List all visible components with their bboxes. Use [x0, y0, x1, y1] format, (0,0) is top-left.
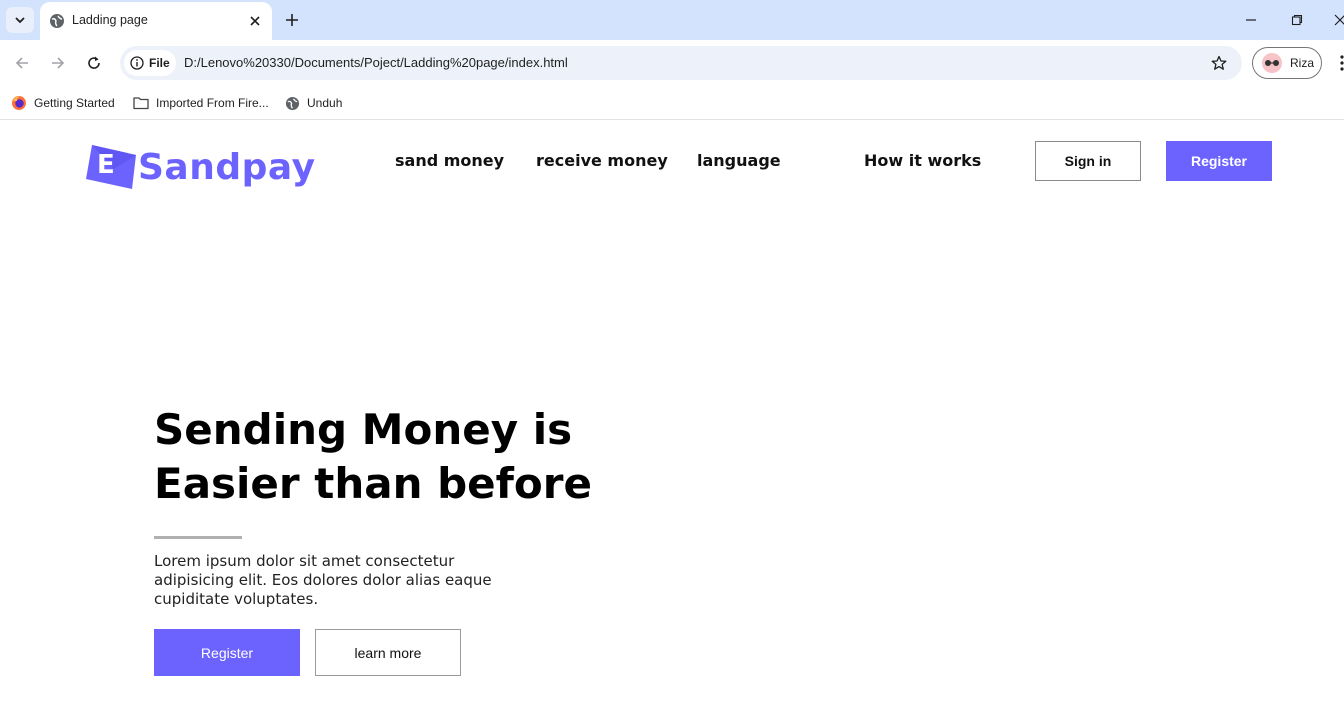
browser-toolbar: File D:/Lenovo%20330/Documents/Poject/La… — [0, 40, 1344, 86]
sign-in-button[interactable]: Sign in — [1035, 141, 1141, 181]
learn-more-button[interactable]: learn more — [315, 629, 461, 676]
tab-strip: Ladding page — [0, 0, 1344, 40]
minimize-button[interactable] — [1241, 10, 1261, 30]
restore-icon — [1291, 14, 1303, 26]
nav-sand-money[interactable]: sand money — [395, 151, 504, 170]
hero-register-button[interactable]: Register — [154, 629, 300, 676]
minimize-icon — [1246, 19, 1256, 21]
url-text[interactable]: D:/Lenovo%20330/Documents/Poject/Ladding… — [184, 55, 568, 70]
register-button[interactable]: Register — [1166, 141, 1272, 181]
back-button[interactable] — [10, 51, 34, 75]
bookmarks-bar: Getting Started Imported From Fire... Un… — [0, 86, 1344, 120]
globe-icon — [50, 14, 64, 28]
menu-dots-icon[interactable] — [1334, 54, 1344, 72]
site-chip-label: File — [149, 56, 170, 70]
bookmark-label: Getting Started — [34, 96, 115, 110]
tab-title: Ladding page — [72, 13, 148, 27]
logo-text: Sandpay — [138, 146, 316, 188]
hero-title: Sending Money is Easier than before — [154, 405, 592, 508]
logo-mark: E — [86, 143, 138, 191]
folder-icon — [133, 97, 149, 110]
logo-letter: E — [97, 150, 115, 180]
nav-language[interactable]: language — [697, 151, 781, 170]
info-icon — [130, 56, 144, 70]
bookmark-imported-folder[interactable]: Imported From Fire... — [133, 93, 269, 113]
profile-button[interactable]: Riza — [1252, 47, 1322, 79]
profile-name: Riza — [1290, 56, 1315, 70]
tab-search-button[interactable] — [6, 7, 34, 33]
hero-description: Lorem ipsum dolor sit amet consectetur a… — [154, 552, 492, 608]
close-icon — [250, 16, 260, 26]
close-window-button[interactable] — [1330, 10, 1344, 30]
bookmark-label: Imported From Fire... — [156, 96, 269, 110]
arrow-right-icon — [52, 57, 65, 69]
star-icon — [1211, 55, 1227, 70]
address-bar[interactable]: File D:/Lenovo%20330/Documents/Poject/La… — [120, 46, 1242, 80]
restore-button[interactable] — [1287, 10, 1307, 30]
avatar — [1262, 53, 1282, 73]
browser-tab[interactable]: Ladding page — [40, 2, 272, 40]
glasses-icon — [1265, 60, 1279, 66]
tab-close-button[interactable] — [247, 13, 263, 29]
hero-divider — [154, 536, 242, 539]
bookmark-star-button[interactable] — [1210, 54, 1228, 72]
site-logo[interactable]: E Sandpay — [86, 143, 316, 191]
chevron-down-icon — [15, 17, 25, 24]
arrow-left-icon — [15, 57, 28, 69]
web-page: E Sandpay sand money receive money langu… — [0, 121, 1344, 718]
forward-button[interactable] — [46, 51, 70, 75]
bookmark-label: Unduh — [307, 96, 343, 110]
new-tab-button[interactable] — [282, 10, 302, 30]
plus-icon — [286, 14, 298, 26]
nav-how-it-works[interactable]: How it works — [864, 151, 981, 170]
close-icon — [1334, 14, 1344, 26]
nav-receive-money[interactable]: receive money — [536, 151, 668, 170]
bookmark-getting-started[interactable]: Getting Started — [11, 93, 115, 113]
globe-icon — [285, 96, 300, 110]
site-info-chip[interactable]: File — [124, 50, 176, 76]
reload-icon — [88, 56, 100, 69]
bookmark-unduh[interactable]: Unduh — [285, 93, 342, 113]
reload-button[interactable] — [82, 51, 106, 75]
firefox-icon — [12, 96, 26, 110]
